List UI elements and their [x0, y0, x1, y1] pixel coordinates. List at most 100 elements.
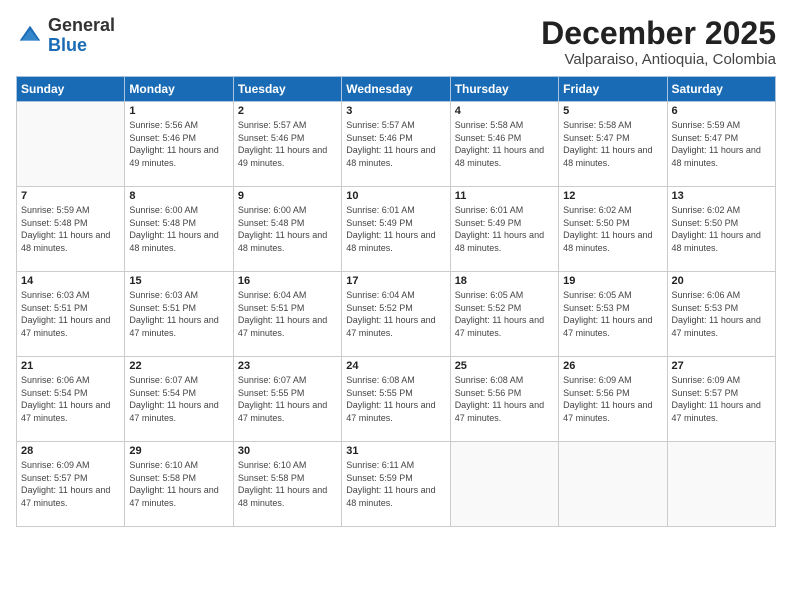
calendar-week-row: 7 Sunrise: 5:59 AM Sunset: 5:48 PM Daylig… — [17, 187, 776, 272]
col-tuesday: Tuesday — [233, 77, 341, 102]
cell-info: Sunrise: 6:02 AM Sunset: 5:50 PM Dayligh… — [563, 204, 662, 254]
cell-info: Sunrise: 6:03 AM Sunset: 5:51 PM Dayligh… — [129, 289, 228, 339]
table-row: 28 Sunrise: 6:09 AM Sunset: 5:57 PM Dayli… — [17, 442, 125, 527]
calendar-table: Sunday Monday Tuesday Wednesday Thursday… — [16, 76, 776, 527]
cell-info: Sunrise: 5:59 AM Sunset: 5:48 PM Dayligh… — [21, 204, 120, 254]
table-row: 26Sunrise: 6:09 AM Sunset: 5:56 PM Dayli… — [559, 357, 667, 442]
table-row: 2Sunrise: 5:57 AM Sunset: 5:46 PM Daylig… — [233, 102, 341, 187]
day-number: 10 — [346, 190, 445, 202]
cell-info: Sunrise: 6:00 AM Sunset: 5:48 PM Dayligh… — [238, 204, 337, 254]
table-row: 19 Sunrise: 6:05 AM Sunset: 5:53 PM Dayli… — [559, 272, 667, 357]
day-number: 11 — [455, 190, 554, 202]
title-block: December 2025 Valparaiso, Antioquia, Col… — [541, 16, 776, 68]
location-title: Valparaiso, Antioquia, Colombia — [541, 51, 776, 68]
calendar-week-row: 14 Sunrise: 6:03 AM Sunset: 5:51 PM Dayli… — [17, 272, 776, 357]
table-row: 14 Sunrise: 6:03 AM Sunset: 5:51 PM Dayli… — [17, 272, 125, 357]
day-number: 27 — [672, 360, 771, 372]
calendar-week-row: 1 Sunrise: 5:56 AM Sunset: 5:46 PM Daylig… — [17, 102, 776, 187]
cell-info: Sunrise: 6:09 AM Sunset: 5:57 PM Dayligh… — [672, 374, 771, 424]
table-row: 10 Sunrise: 6:01 AM Sunset: 5:49 PM Dayli… — [342, 187, 450, 272]
table-row: 1 Sunrise: 5:56 AM Sunset: 5:46 PM Daylig… — [125, 102, 233, 187]
cell-info: Sunrise: 5:58 AM Sunset: 5:47 PM Dayligh… — [563, 119, 662, 169]
cell-info: Sunrise: 6:05 AM Sunset: 5:52 PM Dayligh… — [455, 289, 554, 339]
cell-info: Sunrise: 6:09 AM Sunset: 5:57 PM Dayligh… — [21, 459, 120, 509]
table-row: 11 Sunrise: 6:01 AM Sunset: 5:49 PM Dayli… — [450, 187, 558, 272]
logo-blue-text: Blue — [48, 35, 87, 55]
table-row: 25 Sunrise: 6:08 AM Sunset: 5:56 PM Dayli… — [450, 357, 558, 442]
table-row: 5Sunrise: 5:58 AM Sunset: 5:47 PM Daylig… — [559, 102, 667, 187]
cell-info: Sunrise: 6:08 AM Sunset: 5:56 PM Dayligh… — [455, 374, 554, 424]
cell-info: Sunrise: 6:03 AM Sunset: 5:51 PM Dayligh… — [21, 289, 120, 339]
table-row: 27 Sunrise: 6:09 AM Sunset: 5:57 PM Dayli… — [667, 357, 775, 442]
table-row: 23 Sunrise: 6:07 AM Sunset: 5:55 PM Dayli… — [233, 357, 341, 442]
day-number: 13 — [672, 190, 771, 202]
calendar-week-row: 21Sunrise: 6:06 AM Sunset: 5:54 PM Dayli… — [17, 357, 776, 442]
cell-info: Sunrise: 6:06 AM Sunset: 5:53 PM Dayligh… — [672, 289, 771, 339]
cell-info: Sunrise: 6:11 AM Sunset: 5:59 PM Dayligh… — [346, 459, 445, 509]
day-number: 1 — [129, 105, 228, 117]
cell-info: Sunrise: 6:02 AM Sunset: 5:50 PM Dayligh… — [672, 204, 771, 254]
day-number: 8 — [129, 190, 228, 202]
day-number: 19 — [563, 275, 662, 287]
logo: General Blue — [16, 16, 115, 56]
day-number: 20 — [672, 275, 771, 287]
table-row: 18 Sunrise: 6:05 AM Sunset: 5:52 PM Dayli… — [450, 272, 558, 357]
cell-info: Sunrise: 6:05 AM Sunset: 5:53 PM Dayligh… — [563, 289, 662, 339]
table-row: 29 Sunrise: 6:10 AM Sunset: 5:58 PM Dayli… — [125, 442, 233, 527]
day-number: 12 — [563, 190, 662, 202]
table-row: 21Sunrise: 6:06 AM Sunset: 5:54 PM Dayli… — [17, 357, 125, 442]
cell-info: Sunrise: 6:04 AM Sunset: 5:51 PM Dayligh… — [238, 289, 337, 339]
cell-info: Sunrise: 6:07 AM Sunset: 5:55 PM Dayligh… — [238, 374, 337, 424]
cell-info: Sunrise: 6:07 AM Sunset: 5:54 PM Dayligh… — [129, 374, 228, 424]
day-number: 3 — [346, 105, 445, 117]
calendar-week-row: 28 Sunrise: 6:09 AM Sunset: 5:57 PM Dayli… — [17, 442, 776, 527]
table-row — [450, 442, 558, 527]
calendar-header-row: Sunday Monday Tuesday Wednesday Thursday… — [17, 77, 776, 102]
col-saturday: Saturday — [667, 77, 775, 102]
table-row — [559, 442, 667, 527]
col-friday: Friday — [559, 77, 667, 102]
table-row: 16 Sunrise: 6:04 AM Sunset: 5:51 PM Dayli… — [233, 272, 341, 357]
cell-info: Sunrise: 5:57 AM Sunset: 5:46 PM Dayligh… — [238, 119, 337, 169]
day-number: 7 — [21, 190, 120, 202]
cell-info: Sunrise: 6:04 AM Sunset: 5:52 PM Dayligh… — [346, 289, 445, 339]
day-number: 6 — [672, 105, 771, 117]
cell-info: Sunrise: 6:08 AM Sunset: 5:55 PM Dayligh… — [346, 374, 445, 424]
table-row: 6 Sunrise: 5:59 AM Sunset: 5:47 PM Daylig… — [667, 102, 775, 187]
cell-info: Sunrise: 6:00 AM Sunset: 5:48 PM Dayligh… — [129, 204, 228, 254]
cell-info: Sunrise: 6:09 AM Sunset: 5:56 PM Dayligh… — [563, 374, 662, 424]
col-thursday: Thursday — [450, 77, 558, 102]
day-number: 28 — [21, 445, 120, 457]
day-number: 16 — [238, 275, 337, 287]
day-number: 31 — [346, 445, 445, 457]
day-number: 15 — [129, 275, 228, 287]
table-row: 3 Sunrise: 5:57 AM Sunset: 5:46 PM Daylig… — [342, 102, 450, 187]
cell-info: Sunrise: 5:57 AM Sunset: 5:46 PM Dayligh… — [346, 119, 445, 169]
month-title: December 2025 — [541, 16, 776, 51]
cell-info: Sunrise: 6:01 AM Sunset: 5:49 PM Dayligh… — [346, 204, 445, 254]
day-number: 30 — [238, 445, 337, 457]
day-number: 14 — [21, 275, 120, 287]
table-row: 9 Sunrise: 6:00 AM Sunset: 5:48 PM Daylig… — [233, 187, 341, 272]
table-row — [667, 442, 775, 527]
logo-general-text: General — [48, 15, 115, 35]
day-number: 17 — [346, 275, 445, 287]
day-number: 25 — [455, 360, 554, 372]
table-row: 4Sunrise: 5:58 AM Sunset: 5:46 PM Daylig… — [450, 102, 558, 187]
day-number: 9 — [238, 190, 337, 202]
cell-info: Sunrise: 5:59 AM Sunset: 5:47 PM Dayligh… — [672, 119, 771, 169]
cell-info: Sunrise: 5:56 AM Sunset: 5:46 PM Dayligh… — [129, 119, 228, 169]
table-row: 12 Sunrise: 6:02 AM Sunset: 5:50 PM Dayli… — [559, 187, 667, 272]
table-row: 8 Sunrise: 6:00 AM Sunset: 5:48 PM Daylig… — [125, 187, 233, 272]
col-monday: Monday — [125, 77, 233, 102]
col-wednesday: Wednesday — [342, 77, 450, 102]
calendar-container: General Blue December 2025 Valparaiso, A… — [0, 0, 792, 612]
day-number: 23 — [238, 360, 337, 372]
table-row: 15 Sunrise: 6:03 AM Sunset: 5:51 PM Dayli… — [125, 272, 233, 357]
table-row: 31 Sunrise: 6:11 AM Sunset: 5:59 PM Dayli… — [342, 442, 450, 527]
cell-info: Sunrise: 6:10 AM Sunset: 5:58 PM Dayligh… — [129, 459, 228, 509]
day-number: 29 — [129, 445, 228, 457]
day-number: 18 — [455, 275, 554, 287]
table-row: 17 Sunrise: 6:04 AM Sunset: 5:52 PM Dayli… — [342, 272, 450, 357]
cell-info: Sunrise: 6:01 AM Sunset: 5:49 PM Dayligh… — [455, 204, 554, 254]
